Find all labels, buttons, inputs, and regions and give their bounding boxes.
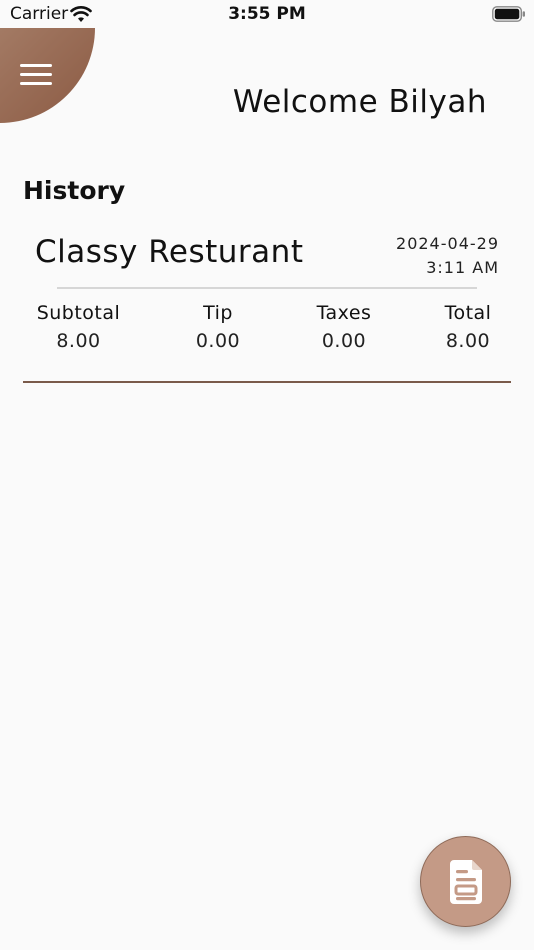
status-time: 3:55 PM	[228, 4, 306, 24]
history-entry[interactable]: Classy Resturant 2024-04-29 3:11 AM Subt…	[23, 228, 511, 384]
total-label: Total	[444, 302, 492, 324]
entry-datetime: 2024-04-29 3:11 AM	[396, 232, 499, 280]
entry-time: 3:11 AM	[426, 258, 499, 277]
subtotal-value: 8.00	[56, 330, 101, 352]
tip-label: Tip	[203, 302, 233, 324]
subtotal-label: Subtotal	[36, 302, 121, 324]
taxes-label: Taxes	[316, 302, 372, 324]
welcome-title: Welcome Bilyah	[232, 84, 487, 120]
history-heading: History	[23, 176, 126, 205]
battery-icon	[492, 6, 525, 22]
amounts-row: Subtotal 8.00 Tip 0.00 Taxes 0.00 Total …	[23, 302, 511, 362]
entry-date: 2024-04-29	[396, 234, 499, 253]
card-divider	[23, 381, 511, 383]
tip-column: Tip 0.00	[173, 302, 263, 352]
taxes-column: Taxes 0.00	[299, 302, 389, 352]
subtotal-column: Subtotal 8.00	[31, 302, 126, 352]
app-screen: Carrier 3:55 PM Welcome Bilyah History C…	[0, 0, 534, 950]
status-bar: Carrier 3:55 PM	[0, 0, 534, 30]
receipt-icon	[450, 860, 482, 904]
new-receipt-button[interactable]	[420, 836, 511, 927]
total-column: Total 8.00	[433, 302, 503, 352]
entry-divider	[57, 287, 477, 289]
total-value: 8.00	[445, 330, 491, 352]
taxes-value: 0.00	[321, 330, 367, 352]
restaurant-name: Classy Resturant	[35, 234, 304, 270]
hamburger-icon	[20, 64, 52, 86]
menu-button[interactable]	[0, 28, 95, 123]
tip-value: 0.00	[195, 330, 241, 352]
